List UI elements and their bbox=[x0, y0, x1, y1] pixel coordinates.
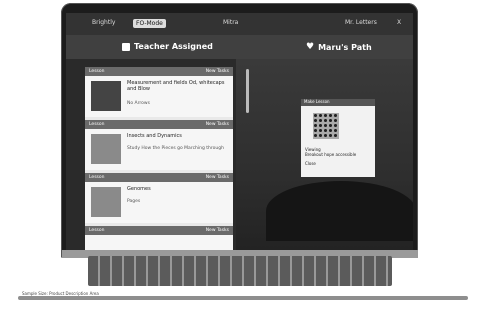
card-header: Lesson New Tasks bbox=[85, 120, 233, 129]
tab-maru-path[interactable]: ♥ Maru's Path bbox=[306, 42, 372, 52]
card-title: Insects and Dynamics bbox=[127, 133, 182, 139]
card-subtitle: Pages bbox=[127, 199, 141, 204]
card-title: Genomes bbox=[127, 186, 151, 192]
lesson-preview-popup[interactable]: Make Lesson Viewing Breakout hope access… bbox=[301, 99, 375, 177]
background-hill bbox=[266, 181, 413, 241]
card-title: Measurement and fields Od, whitecaps and… bbox=[127, 80, 225, 92]
popup-header: Make Lesson bbox=[301, 99, 375, 106]
card-type: Lesson bbox=[89, 69, 105, 74]
lesson-thumbnail bbox=[91, 134, 121, 164]
popup-line-2: Breakout hope accessible bbox=[305, 152, 357, 157]
app-screen: Brightly FO-Mode Mitra Mr. Letters X Tea… bbox=[66, 13, 413, 255]
card-status: New Tasks bbox=[205, 175, 229, 180]
card-subtitle: No Arrows bbox=[127, 101, 150, 106]
dot-grid-thumbnail bbox=[313, 113, 339, 139]
tab-bar: Teacher Assigned ♥ Maru's Path bbox=[66, 35, 413, 59]
card-status: New Tasks bbox=[205, 228, 229, 233]
list-scrollbar[interactable] bbox=[246, 69, 249, 113]
assignment-list: Lesson New Tasks Measurement and fields … bbox=[85, 67, 233, 255]
close-button[interactable]: X bbox=[397, 19, 401, 26]
footer-caption: Sample Size: Product Description Area bbox=[22, 291, 99, 296]
app-name: Mitra bbox=[223, 19, 239, 26]
card-type: Lesson bbox=[89, 228, 105, 233]
card-type: Lesson bbox=[89, 175, 105, 180]
card-type: Lesson bbox=[89, 122, 105, 127]
card-header: Lesson New Tasks bbox=[85, 226, 233, 235]
mode-pill[interactable]: FO-Mode bbox=[133, 19, 166, 28]
popup-text: Viewing Breakout hope accessible Close bbox=[305, 147, 373, 166]
heart-icon: ♥ bbox=[306, 42, 315, 52]
tab-maru-path-label: Maru's Path bbox=[318, 42, 372, 52]
top-bar: Brightly FO-Mode Mitra Mr. Letters X bbox=[66, 13, 413, 35]
card-status: New Tasks bbox=[205, 69, 229, 74]
topbar-left-item[interactable]: Brightly bbox=[92, 19, 115, 26]
list-item[interactable]: Lesson New Tasks Measurement and fields … bbox=[85, 67, 233, 117]
card-subtitle: Study How the Pieces go Marching through bbox=[127, 146, 224, 151]
tab-teacher-assigned-label: Teacher Assigned bbox=[134, 42, 213, 51]
card-status: New Tasks bbox=[205, 122, 229, 127]
user-menu[interactable]: Mr. Letters bbox=[345, 19, 377, 26]
laptop-base-edge bbox=[18, 296, 468, 300]
list-item[interactable]: Lesson New Tasks Insects and Dynamics St… bbox=[85, 120, 233, 170]
clipboard-icon bbox=[122, 42, 130, 51]
lesson-thumbnail bbox=[91, 187, 121, 217]
tab-teacher-assigned[interactable]: Teacher Assigned bbox=[122, 42, 213, 51]
list-item[interactable]: Lesson New Tasks Genomes Pages bbox=[85, 173, 233, 223]
lesson-thumbnail bbox=[91, 81, 121, 111]
card-header: Lesson New Tasks bbox=[85, 67, 233, 76]
popup-close-link[interactable]: Close bbox=[305, 161, 373, 166]
card-header: Lesson New Tasks bbox=[85, 173, 233, 182]
laptop-keyboard bbox=[88, 256, 392, 286]
